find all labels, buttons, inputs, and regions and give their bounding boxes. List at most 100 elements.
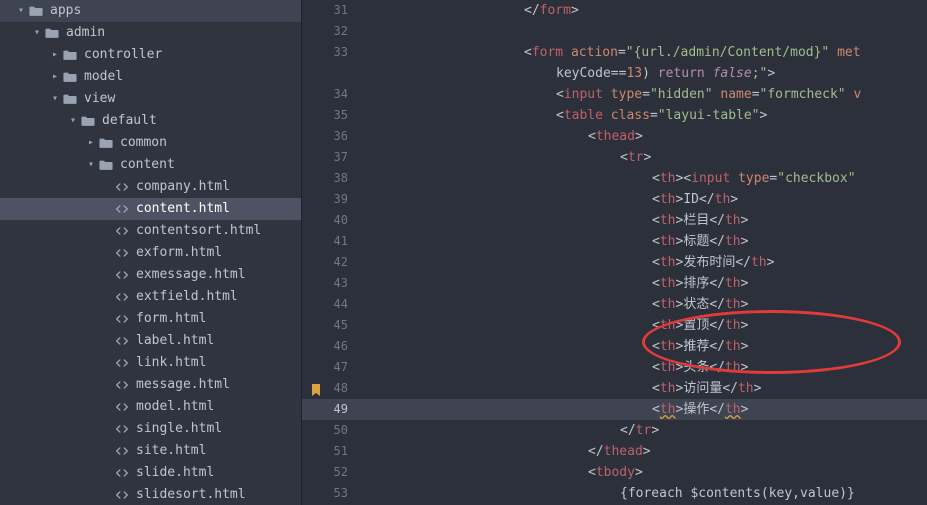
line-number: 32 [302, 21, 364, 42]
tree-item-label: content [120, 154, 301, 176]
tree-folder-controller[interactable]: controller [0, 44, 301, 66]
tree-file-form.html[interactable]: form.html [0, 308, 301, 330]
bookmark-icon[interactable] [310, 382, 322, 394]
tree-file-site.html[interactable]: site.html [0, 440, 301, 462]
code-file-icon [114, 290, 130, 304]
code-line[interactable]: <tbody> [364, 462, 927, 483]
chevron-right-icon[interactable] [48, 44, 62, 66]
tree-item-label: apps [50, 0, 301, 22]
chevron-down-icon[interactable] [48, 88, 62, 110]
tree-item-label: model.html [136, 396, 301, 418]
chevron-down-icon[interactable] [66, 110, 80, 132]
code-line[interactable] [364, 21, 927, 42]
folder-icon [62, 92, 78, 106]
code-file-icon [114, 422, 130, 436]
tree-item-label: single.html [136, 418, 301, 440]
tree-item-label: model [84, 66, 301, 88]
code-file-icon [114, 224, 130, 238]
folder-icon [98, 136, 114, 150]
code-line[interactable]: <th>操作</th> [364, 399, 927, 420]
code-area[interactable]: </form> <form action="{url./admin/Content… [364, 0, 927, 505]
tree-folder-view[interactable]: view [0, 88, 301, 110]
tree-file-link.html[interactable]: link.html [0, 352, 301, 374]
code-line[interactable]: <form action="{url./admin/Content/mod}" … [364, 42, 927, 63]
tree-file-label.html[interactable]: label.html [0, 330, 301, 352]
tree-file-contentsort.html[interactable]: contentsort.html [0, 220, 301, 242]
code-line[interactable]: <th>头条</th> [364, 357, 927, 378]
line-number: 52 [302, 462, 364, 483]
code-editor[interactable]: 3132333435363738394041424344454647484950… [302, 0, 927, 505]
tree-item-label: slide.html [136, 462, 301, 484]
tree-file-model.html[interactable]: model.html [0, 396, 301, 418]
line-number: 49 [302, 399, 364, 420]
chevron-right-icon[interactable] [48, 66, 62, 88]
code-line[interactable]: <th>栏目</th> [364, 210, 927, 231]
line-number: 43 [302, 273, 364, 294]
tree-file-content.html[interactable]: content.html [0, 198, 301, 220]
tree-item-label: default [102, 110, 301, 132]
code-file-icon [114, 400, 130, 414]
line-number: 36 [302, 126, 364, 147]
code-file-icon [114, 268, 130, 282]
code-line[interactable]: <th>状态</th> [364, 294, 927, 315]
code-line[interactable]: {foreach $contents(key,value)} [364, 483, 927, 504]
tree-file-exform.html[interactable]: exform.html [0, 242, 301, 264]
tree-file-slide.html[interactable]: slide.html [0, 462, 301, 484]
code-line[interactable]: keyCode==13) return false;"> [364, 63, 927, 84]
code-line[interactable]: <th>排序</th> [364, 273, 927, 294]
chevron-right-icon[interactable] [84, 132, 98, 154]
tree-file-exmessage.html[interactable]: exmessage.html [0, 264, 301, 286]
line-number: 45 [302, 315, 364, 336]
code-line[interactable]: <tr> [364, 147, 927, 168]
chevron-down-icon[interactable] [30, 22, 44, 44]
tree-folder-admin[interactable]: admin [0, 22, 301, 44]
folder-icon [80, 114, 96, 128]
line-number: 48 [302, 378, 364, 399]
tree-folder-model[interactable]: model [0, 66, 301, 88]
code-line[interactable]: <th>访问量</th> [364, 378, 927, 399]
tree-item-label: common [120, 132, 301, 154]
workspace: appsadmincontrollermodelviewdefaultcommo… [0, 0, 927, 505]
folder-icon [98, 158, 114, 172]
code-line[interactable]: <th>置顶</th> [364, 315, 927, 336]
folder-icon [62, 48, 78, 62]
line-number: 40 [302, 210, 364, 231]
tree-file-message.html[interactable]: message.html [0, 374, 301, 396]
folder-icon [62, 70, 78, 84]
line-number: 37 [302, 147, 364, 168]
tree-item-label: label.html [136, 330, 301, 352]
code-line[interactable]: <th>标题</th> [364, 231, 927, 252]
tree-item-label: exform.html [136, 242, 301, 264]
folder-icon [28, 4, 44, 18]
line-number: 47 [302, 357, 364, 378]
chevron-down-icon[interactable] [14, 0, 28, 22]
tree-file-company.html[interactable]: company.html [0, 176, 301, 198]
folder-icon [44, 26, 60, 40]
code-file-icon [114, 444, 130, 458]
tree-folder-common[interactable]: common [0, 132, 301, 154]
code-line[interactable]: <th>ID</th> [364, 189, 927, 210]
code-line[interactable]: <table class="layui-table"> [364, 105, 927, 126]
tree-file-single.html[interactable]: single.html [0, 418, 301, 440]
code-line[interactable]: </thead> [364, 441, 927, 462]
code-line[interactable]: </tr> [364, 420, 927, 441]
tree-item-label: contentsort.html [136, 220, 301, 242]
line-number: 50 [302, 420, 364, 441]
code-line[interactable]: <thead> [364, 126, 927, 147]
line-number: 42 [302, 252, 364, 273]
line-number-gutter: 3132333435363738394041424344454647484950… [302, 0, 364, 505]
code-file-icon [114, 334, 130, 348]
file-tree-sidebar[interactable]: appsadmincontrollermodelviewdefaultcommo… [0, 0, 302, 505]
tree-folder-default[interactable]: default [0, 110, 301, 132]
tree-item-label: exmessage.html [136, 264, 301, 286]
code-line[interactable]: </form> [364, 0, 927, 21]
code-line[interactable]: <th>发布时间</th> [364, 252, 927, 273]
code-line[interactable]: <th>推荐</th> [364, 336, 927, 357]
code-line[interactable]: <th><input type="checkbox" [364, 168, 927, 189]
tree-file-extfield.html[interactable]: extfield.html [0, 286, 301, 308]
chevron-down-icon[interactable] [84, 154, 98, 176]
code-line[interactable]: <input type="hidden" name="formcheck" v [364, 84, 927, 105]
tree-folder-content[interactable]: content [0, 154, 301, 176]
tree-folder-apps[interactable]: apps [0, 0, 301, 22]
tree-file-slidesort.html[interactable]: slidesort.html [0, 484, 301, 505]
